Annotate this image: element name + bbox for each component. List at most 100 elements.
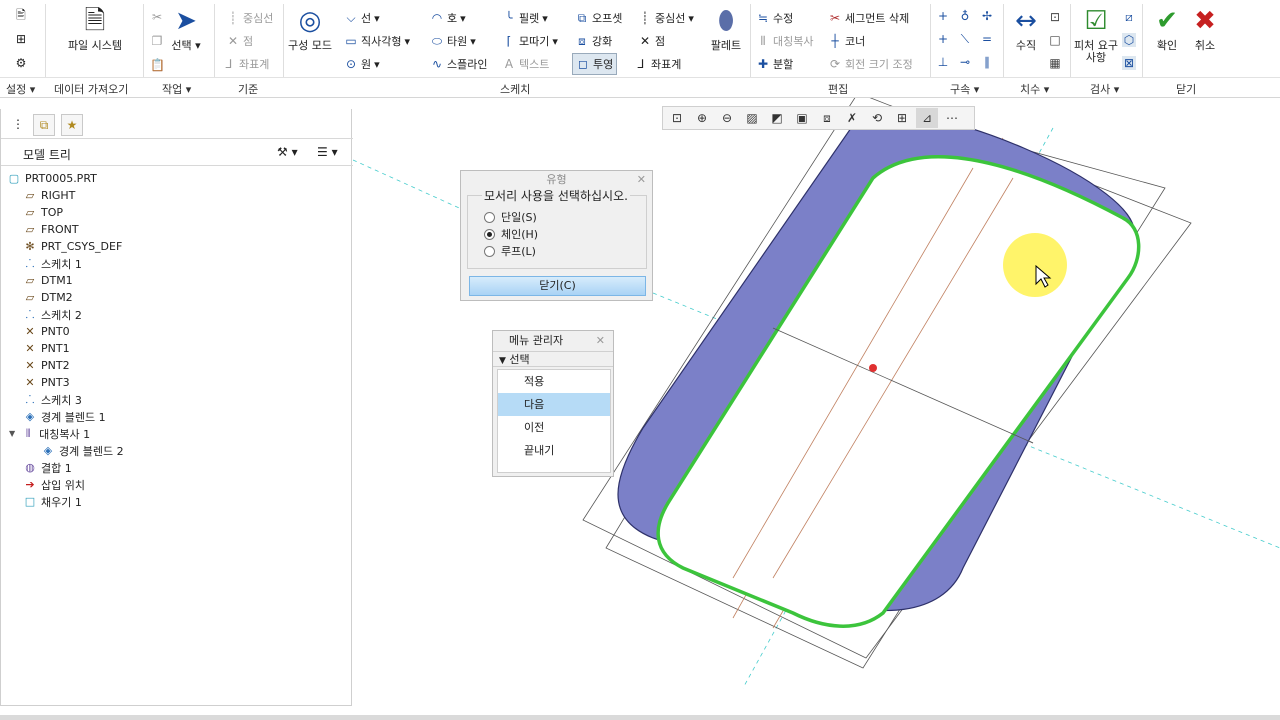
dim-tool-2-icon[interactable]: □ [1048,33,1062,47]
group-dimension[interactable]: 치수 ▾ [1020,81,1049,97]
offset-button[interactable]: ⧉ 오프셋 [575,10,623,26]
menu-manager-close-icon[interactable]: ✕ [596,331,605,351]
datum-display-icon[interactable]: ✗ [841,108,863,128]
cancel-button[interactable]: ✖ 취소 [1188,6,1222,52]
radio-single-circle[interactable] [484,211,495,223]
tangent-constraint-icon[interactable]: ♁ [958,9,972,23]
tree-item[interactable]: □ 채우기 1 [23,493,82,510]
menu-item-previous[interactable]: 이전 [498,416,610,439]
tree-item[interactable]: ◈ 경계 블렌드 1 [23,408,106,425]
arc-button[interactable]: ◠ 호 ▾ [430,10,466,26]
group-operations[interactable]: 작업 ▾ [162,81,191,97]
sketcher-display-icon[interactable]: ⋯ [941,108,963,128]
refit-icon[interactable]: ⊡ [666,108,688,128]
parallel-constraint-icon[interactable]: ∥ [980,55,994,69]
inspect-tool-1-icon[interactable]: ⧄ [1122,10,1136,24]
radio-loop-circle[interactable] [484,245,495,257]
constraint-row-1[interactable]: + ♁ ✢ [936,9,994,23]
perpendicular-constraint-icon[interactable]: ⊥ [936,55,950,69]
cut-icon[interactable]: ✂ [150,10,164,24]
tree-item[interactable]: ▱ RIGHT [23,187,76,204]
group-constrain[interactable]: 구속 ▾ [950,81,979,97]
type-dialog-close-icon[interactable]: ✕ [637,171,646,189]
sketch-view-icon[interactable]: ⊿ [916,108,938,128]
tree-item[interactable]: ▱ TOP [23,204,63,221]
tree-item[interactable]: ⸫ 스케치 3 [23,391,81,408]
datum-point-button[interactable]: ✕ 점 [226,33,253,49]
modify-button[interactable]: ≒ 수정 [756,10,793,26]
palette-button[interactable]: ⬮ 팔레트 [704,6,748,52]
tree-columns-icon[interactable]: ☰ ▾ [317,145,338,159]
radio-chain[interactable]: 체인(H) [484,226,538,242]
tree-item[interactable]: ➔ 삽입 위치 [23,476,85,493]
sketch-csys-button[interactable]: ⅃ 좌표계 [634,56,682,72]
radio-loop[interactable]: 루프(L) [484,243,536,259]
expand-chevron-icon[interactable]: ▼ [9,429,15,438]
constraint-row-3[interactable]: ⊥ ⊸ ∥ [936,55,994,69]
tree-item[interactable]: ▼ ⫴ 대칭복사 1 [9,425,90,442]
mirror-button[interactable]: ⫴ 대칭복사 [756,33,813,49]
dim-tool-1-icon[interactable]: ⊡ [1048,10,1062,24]
radio-single[interactable]: 단일(S) [484,209,537,225]
saved-views-icon[interactable]: ▣ [791,108,813,128]
radio-chain-circle[interactable] [484,228,495,240]
copy-icon[interactable]: ❐ [150,34,164,48]
line-button[interactable]: ⌵ 선 ▾ [344,10,379,26]
tab-favorites[interactable]: ★ [61,114,83,136]
ellipse-button[interactable]: ⬭ 타원 ▾ [430,33,476,49]
tree-item[interactable]: ⸫ 스케치 1 [23,255,81,272]
inspect-tool-3-icon[interactable]: ⊠ [1122,56,1136,70]
tree-item[interactable]: ▱ DTM2 [23,289,73,306]
equal-constraint-icon[interactable]: = [980,32,994,46]
delete-segment-button[interactable]: ✂ 세그먼트 삭제 [828,10,909,26]
midpoint-constraint-icon[interactable]: ✢ [980,9,994,23]
tree-item[interactable]: ▱ DTM1 [23,272,73,289]
tab-model-tree[interactable]: ⋮ [7,114,29,136]
divide-button[interactable]: ✚ 분할 [756,56,793,72]
menu-item-next[interactable]: 다음 [498,393,610,416]
tree-item[interactable]: ◈ 경계 블렌드 2 [41,442,124,459]
paste-icon[interactable]: 📋 [150,58,165,72]
tree-item[interactable]: ✕ PNT3 [23,374,69,391]
normal-dimension-button[interactable]: ↔ 수직 [1008,6,1044,52]
ok-button[interactable]: ✔ 확인 [1150,6,1184,52]
annotation-display-icon[interactable]: ⊞ [891,108,913,128]
rectangle-button[interactable]: ▭ 직사각형 ▾ [344,33,410,49]
circle-button[interactable]: ⊙ 원 ▾ [344,56,380,72]
constraint-row-2[interactable]: + ⟍ = [936,32,994,46]
datum-centerline-button[interactable]: ┊ 중심선 [226,10,273,26]
corner-button[interactable]: ┼ 코너 [828,33,865,49]
coincident-constraint-icon[interactable]: ⟍ [958,32,972,46]
tree-item[interactable]: ✻ PRT_CSYS_DEF [23,238,122,255]
group-setup[interactable]: 설정 ▾ [6,81,35,97]
tab-folder-browser[interactable]: ⧉ [33,114,55,136]
horizontal-constraint-icon[interactable]: + [936,32,950,46]
tree-item[interactable]: ✕ PNT2 [23,357,69,374]
construction-mode-button[interactable]: ◎ 구성 모드 [288,6,332,52]
setup-icon-2[interactable]: ⊞ [14,32,28,46]
spin-center-icon[interactable]: ⟲ [866,108,888,128]
symmetric-constraint-icon[interactable]: ⊸ [958,55,972,69]
tree-item[interactable]: ⸫ 스케치 2 [23,306,81,323]
view-manager-icon[interactable]: ⧈ [816,108,838,128]
tree-item[interactable]: ▢ PRT0005.PRT [7,170,97,187]
spline-button[interactable]: ∿ 스플라인 [430,56,488,72]
rotate-resize-button[interactable]: ⟳ 회전 크기 조정 [828,56,913,72]
group-inspect[interactable]: 검사 ▾ [1090,81,1119,97]
zoom-out-icon[interactable]: ⊖ [716,108,738,128]
tree-item[interactable]: ✕ PNT1 [23,340,69,357]
zoom-in-icon[interactable]: ⊕ [691,108,713,128]
menu-item-apply[interactable]: 적용 [498,370,610,393]
file-system-button[interactable]: 🗎 파일 시스템 [64,6,126,52]
tree-settings-icon[interactable]: ⚒ ▾ [277,145,298,159]
vertical-constraint-icon[interactable]: + [936,9,950,23]
tree-item[interactable]: ▱ FRONT [23,221,79,238]
dim-tool-3-icon[interactable]: ▦ [1048,56,1062,70]
select-button[interactable]: ➤ 선택 ▾ [166,6,206,52]
sketch-centerline-button[interactable]: ┊ 중심선 ▾ [638,10,694,26]
chamfer-button[interactable]: ⌈ 모따기 ▾ [502,33,558,49]
text-button[interactable]: A 텍스트 [502,56,549,72]
feature-requirements-button[interactable]: ☑ 피처 요구사항 [1074,6,1118,64]
menu-item-done[interactable]: 끝내기 [498,439,610,462]
menu-section-select[interactable]: ▼ 선택 [493,351,613,367]
